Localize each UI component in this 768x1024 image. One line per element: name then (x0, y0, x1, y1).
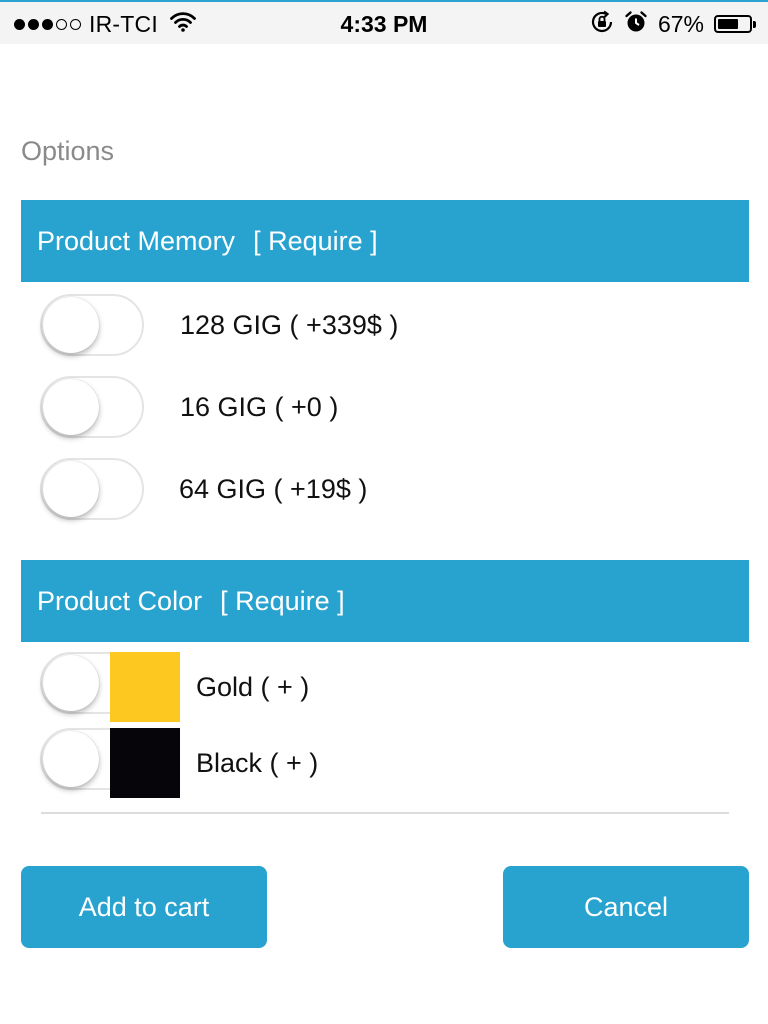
toggle-knob (43, 297, 99, 353)
battery-fill (718, 19, 739, 29)
gold-color-swatch (110, 652, 180, 722)
status-right: 67% (590, 10, 756, 38)
black-color-swatch (110, 728, 180, 798)
color-option-label: Gold ( + ) (196, 671, 310, 702)
memory-option-label: 64 GIG ( +19$ ) (179, 473, 368, 504)
memory-option-16[interactable]: 16 GIG ( +0 ) (40, 376, 338, 438)
battery-percent: 67% (657, 10, 704, 37)
cancel-button[interactable]: Cancel (503, 866, 749, 948)
memory-toggle-16[interactable] (40, 376, 144, 438)
toggle-knob (43, 731, 99, 787)
battery-icon (714, 15, 756, 33)
color-section-header: Product Color [ Require ] (21, 560, 749, 642)
alarm-icon (624, 10, 648, 39)
memory-require-label: [ Require ] (253, 226, 378, 256)
add-to-cart-button[interactable]: Add to cart (21, 866, 267, 948)
divider (41, 812, 729, 814)
memory-option-label: 16 GIG ( +0 ) (180, 391, 339, 422)
memory-section-header: Product Memory [ Require ] (21, 200, 749, 282)
color-option-black[interactable]: Black ( + ) (40, 728, 318, 798)
battery-body (714, 15, 752, 33)
rotation-lock-icon (590, 10, 614, 39)
toggle-knob (43, 379, 99, 435)
memory-option-128[interactable]: 128 GIG ( +339$ ) (40, 294, 398, 356)
memory-toggle-64[interactable] (40, 458, 144, 520)
memory-option-64[interactable]: 64 GIG ( +19$ ) (40, 458, 367, 520)
memory-toggle-128[interactable] (40, 294, 144, 356)
battery-tip (753, 20, 756, 28)
color-option-label: Black ( + ) (196, 747, 319, 778)
status-bar: IR-TCI 4:33 PM 67% (0, 0, 768, 44)
options-heading: Options (21, 136, 115, 166)
color-section-title: Product Color (37, 586, 203, 616)
memory-section-title: Product Memory (37, 226, 236, 256)
toggle-knob (43, 461, 99, 517)
color-option-gold[interactable]: Gold ( + ) (40, 652, 309, 722)
memory-option-label: 128 GIG ( +339$ ) (180, 309, 399, 340)
toggle-knob (43, 655, 99, 711)
color-require-label: [ Require ] (220, 586, 345, 616)
